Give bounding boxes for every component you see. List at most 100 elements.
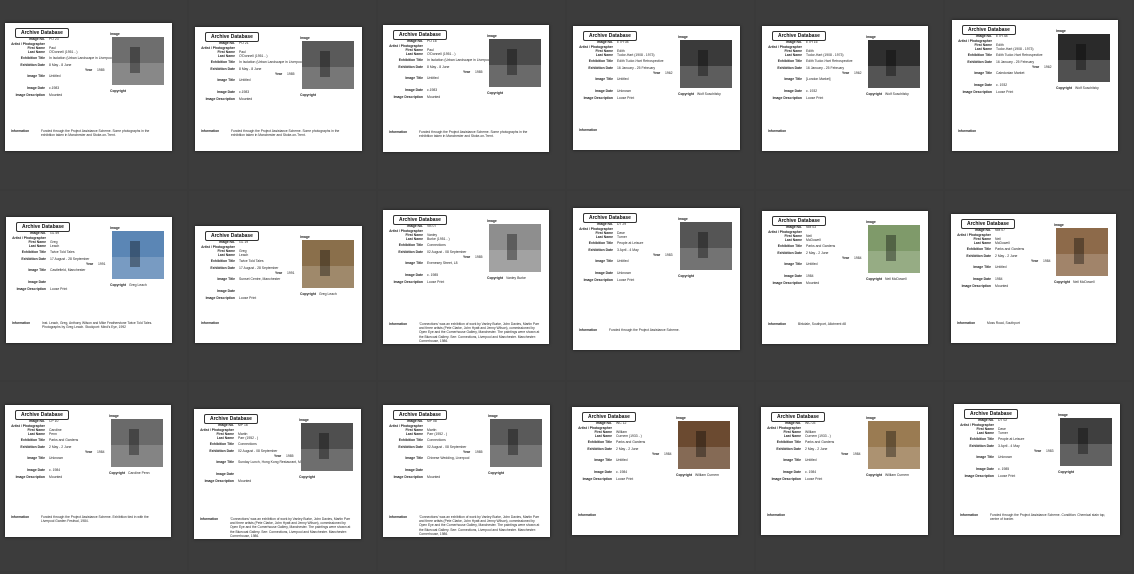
- record-thumbnail[interactable]: Archive Database Image No. NM 03 Artist / P…: [762, 211, 928, 344]
- record-thumbnail[interactable]: Archive Database Image No. NM 07 Artist / P…: [951, 214, 1116, 343]
- field-row-exhibition-date: Exhibition Date 2 May - 2 June: [761, 447, 881, 452]
- field-label: Image No.: [406, 39, 423, 43]
- copyright-row: Copyright: [678, 274, 697, 278]
- field-row-image-title: Image Title Untitled: [383, 76, 503, 81]
- record-thumbnail[interactable]: Archive Database Image No. ETH 16 Artist / …: [762, 26, 928, 151]
- field-value: DT 29: [617, 222, 627, 226]
- record-thumbnail[interactable]: Archive Database Image No. DT 02 Artist / P…: [954, 404, 1120, 535]
- field-value: 16 January - 25 February: [806, 66, 845, 70]
- year-value: 1991: [287, 271, 295, 275]
- field-value: Loose Print: [427, 280, 445, 284]
- field-row-exhibition-date: Exhibition Date 02 August - 08 September: [383, 250, 503, 255]
- field-row-image-description: Image Description Mounted: [383, 95, 503, 100]
- record-thumbnail[interactable]: Archive Database Image No. GL 59 Artist / P…: [6, 217, 172, 343]
- archive-photo: [489, 224, 541, 272]
- field-row-exhibition-date: Exhibition Date 16 January - 25 February: [952, 60, 1072, 65]
- field-value: Mounted: [427, 475, 441, 479]
- grid-cell: Archive Database Image No. DT 29 Artist / P…: [567, 191, 754, 380]
- field-label: Image Date: [404, 468, 423, 472]
- field-row-exhibition-title: Exhibition Title In Isolation (Urban Land…: [195, 60, 315, 65]
- field-label: Last Name: [783, 434, 801, 438]
- field-value: Parks and Gardens: [616, 440, 646, 444]
- year-label: Year: [1031, 259, 1039, 263]
- field-value: Edith Tudor-Hart Retrospective: [617, 59, 664, 63]
- field-row-last-name: Last Name Burke (1951 - ): [383, 237, 503, 242]
- copyright-label: Copyright: [1056, 86, 1073, 90]
- field-label: Image Date: [972, 277, 991, 281]
- photo-figure: [1074, 237, 1084, 264]
- record-thumbnail[interactable]: Archive Database Image No. CP 10 Artist / P…: [5, 405, 171, 537]
- archive-photo: [112, 37, 164, 85]
- field-value: 16 January - 25 February: [996, 60, 1035, 64]
- field-label: Exhibition Date: [777, 251, 802, 255]
- photo-figure: [507, 233, 517, 260]
- field-label: Last Name: [784, 238, 802, 242]
- year-value: 1984: [97, 450, 105, 454]
- field-row-image-title: Image Title [London Market]: [762, 77, 882, 82]
- field-label: Exhibition Title: [967, 53, 992, 57]
- record-thumbnail[interactable]: Archive Database Image No. PO 23 Artist / P…: [5, 23, 172, 151]
- field-label: Exhibition Date: [777, 66, 802, 70]
- record-thumbnail[interactable]: Archive Database Image No. WC 03 Artist / P…: [761, 407, 928, 535]
- field-value: 3 April - 4 May: [617, 248, 639, 252]
- field-label: Exhibition Date: [588, 66, 613, 70]
- field-row-image-date: Image Date: [6, 280, 126, 285]
- record-thumbnail[interactable]: Archive Database Image No. DT 29 Artist / P…: [573, 208, 740, 350]
- field-value: 17 August - 28 September: [50, 257, 90, 261]
- photo-figure: [320, 249, 330, 276]
- year-label: Year: [841, 452, 849, 456]
- information-label: Information: [389, 130, 408, 134]
- copyright-row: Copyright Wolf Suschitzky: [866, 92, 909, 96]
- copyright-label: Copyright: [676, 473, 693, 477]
- field-label: Image Description: [205, 97, 235, 101]
- field-label: Image Title: [405, 261, 423, 265]
- field-row-image-date: Image Date c.1983: [383, 88, 503, 93]
- field-row-exhibition-date: Exhibition Date 2 May - 2 June: [762, 251, 882, 256]
- record-thumbnail[interactable]: Archive Database Image No. WC 12 Artist / P…: [572, 407, 738, 535]
- archive-photo: [1060, 418, 1112, 466]
- archive-photo: [678, 421, 730, 469]
- field-label: Image Description: [771, 477, 801, 481]
- field-row-image-title: Image Title Sunset Centre, Manchester: [195, 277, 315, 282]
- field-label: Exhibition Date: [20, 63, 45, 67]
- field-value: CP 10: [49, 419, 59, 423]
- field-label: Exhibition Title: [966, 247, 991, 251]
- field-label: Last Name: [27, 50, 45, 54]
- field-label: Image Description: [393, 475, 423, 479]
- field-label: Image Title: [27, 74, 45, 78]
- field-value: 17 August - 28 September: [239, 266, 279, 270]
- record-thumbnail[interactable]: Archive Database Image No. VB 07 Artist / P…: [383, 210, 549, 344]
- field-row-image-title: Image Title Untitled: [195, 78, 315, 83]
- field-label: Image No.: [784, 421, 801, 425]
- field-value: In Isolation (Urban Landscape in Liverpo…: [427, 58, 492, 62]
- field-label: Image Date: [26, 468, 45, 472]
- information-value: 'Connections' was an exhibition of work …: [419, 322, 540, 343]
- photo-figure: [886, 234, 896, 261]
- field-label: Image Title: [595, 259, 613, 263]
- photo-figure: [319, 432, 329, 459]
- field-label: Last Name: [974, 47, 992, 51]
- field-value: VB 07: [427, 224, 437, 228]
- field-value: 8 May - 8 June: [239, 67, 262, 71]
- field-row-image-description: Image Description Loose Print: [573, 278, 693, 283]
- record-thumbnail[interactable]: Archive Database Image No. GL 19 Artist / P…: [195, 226, 362, 343]
- field-value: Curnem (1933 - ): [805, 434, 831, 438]
- record-thumbnail[interactable]: Archive Database Image No. PO 21 Artist / P…: [195, 27, 362, 151]
- field-row-last-name: Last Name O'Donnell (1951 - ): [5, 50, 125, 55]
- field-label: Exhibition Date: [398, 65, 423, 69]
- record-thumbnail[interactable]: Archive Database Image No. PO 16 Artist / P…: [383, 25, 549, 152]
- field-label: Image Description: [393, 95, 423, 99]
- field-value: People at Leisure: [998, 437, 1025, 441]
- copyright-label: Copyright: [487, 91, 504, 95]
- field-label: Image Date: [215, 472, 234, 476]
- field-label: Image Description: [772, 281, 802, 285]
- information-label: Information: [579, 328, 598, 332]
- record-thumbnail[interactable]: Archive Database Image No. MP 16 Artist / P…: [194, 409, 361, 539]
- record-thumbnail[interactable]: Archive Database Image No. ETH 08 Artist / …: [573, 26, 740, 150]
- record-thumbnail[interactable]: Archive Database Image No. MP 08 Artist / P…: [383, 405, 550, 537]
- copyright-row: Copyright Greg Leach: [110, 283, 147, 287]
- field-label: Image No.: [406, 224, 423, 228]
- grid-cell: Archive Database Image No. NM 03 Artist / P…: [756, 191, 943, 380]
- field-label: Exhibition Title: [776, 440, 801, 444]
- record-thumbnail[interactable]: Archive Database Image No. ETH 48 Artist / …: [952, 20, 1118, 151]
